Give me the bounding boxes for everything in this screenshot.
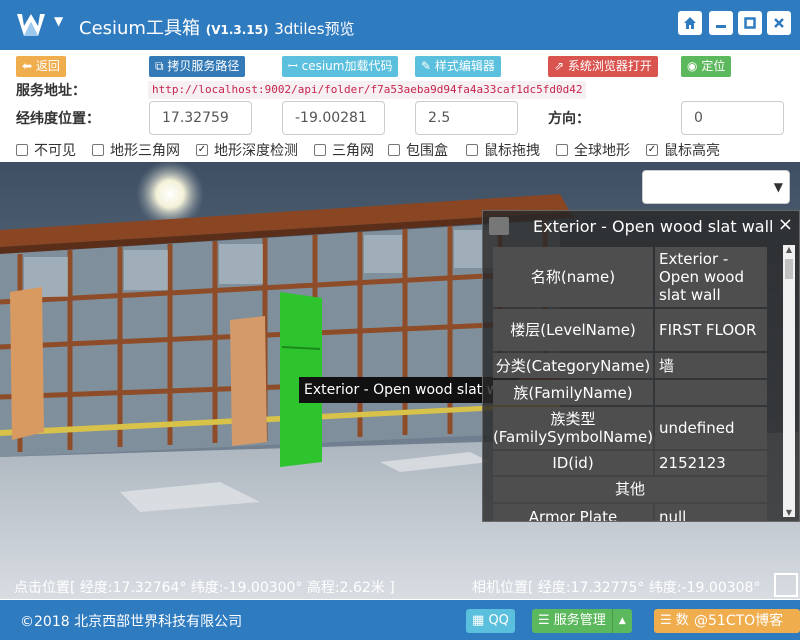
latitude-input[interactable]: -19.00281 bbox=[282, 101, 385, 135]
cesium-code-button[interactable]: ꟷ cesium加载代码 bbox=[282, 56, 399, 77]
panel-title: Exterior - Open wood slat wall bbox=[533, 217, 774, 236]
close-icon[interactable] bbox=[767, 11, 791, 35]
arrow-left-icon: ⬅ bbox=[22, 59, 33, 73]
table-row: 族(FamilyName) bbox=[493, 380, 767, 405]
property-value: Exterior - Open wood slat wall bbox=[655, 247, 767, 307]
app-subtitle: 3dtiles预览 bbox=[274, 20, 355, 38]
section-header: 其他 bbox=[493, 477, 767, 502]
property-value: 2152123 bbox=[655, 451, 767, 475]
property-key: Armor Plate bbox=[493, 504, 653, 521]
property-value: null bbox=[655, 504, 767, 521]
copyright-text: ©2018 北京西部世界科技有限公司 bbox=[20, 614, 243, 630]
close-icon[interactable]: × bbox=[778, 214, 793, 235]
property-value: 墙 bbox=[655, 353, 767, 378]
position-label: 经纬度位置： bbox=[16, 111, 100, 127]
table-row: 名称(name) Exterior - Open wood slat wall bbox=[493, 247, 767, 307]
service-url[interactable]: http://localhost:9002/api/folder/f7a53ae… bbox=[148, 81, 587, 99]
option-depth-test[interactable]: ✓ 地形深度检测 bbox=[196, 141, 298, 159]
back-button[interactable]: ⬅ 返回 bbox=[16, 56, 66, 77]
checkbox[interactable] bbox=[556, 144, 568, 156]
table-row: 楼层(LevelName) FIRST FLOOR bbox=[493, 309, 767, 351]
property-table: 名称(name) Exterior - Open wood slat wall … bbox=[493, 245, 769, 521]
property-key: 族类型(FamilySymbolName) bbox=[493, 407, 653, 449]
service-label: 服务地址： bbox=[16, 83, 86, 99]
property-panel: Exterior - Open wood slat wall × 名称(name… bbox=[482, 210, 800, 522]
table-row: 分类(CategoryName) 墙 bbox=[493, 353, 767, 378]
property-key: 分类(CategoryName) bbox=[493, 353, 653, 378]
scrollbar[interactable]: ▲ ▼ bbox=[783, 245, 795, 517]
property-key: 族(FamilyName) bbox=[493, 380, 653, 405]
external-link-icon: ⇗ bbox=[554, 59, 565, 73]
menu-caret-icon[interactable]: ▼ bbox=[54, 14, 63, 28]
checkbox-checked[interactable]: ✓ bbox=[646, 144, 658, 156]
click-position-readout: 点击位置[ 经度:17.32764° 纬度:-19.00300° 高程:2.62… bbox=[14, 580, 395, 596]
table-row: 族类型(FamilySymbolName) undefined bbox=[493, 407, 767, 449]
copy-path-button[interactable]: ⧉ 拷贝服务路径 bbox=[149, 56, 246, 77]
scroll-down-icon[interactable]: ▼ bbox=[783, 508, 795, 517]
checkbox-checked[interactable]: ✓ bbox=[196, 144, 208, 156]
height-input[interactable]: 2.5 bbox=[415, 101, 518, 135]
heading-input[interactable]: 0 bbox=[681, 101, 784, 135]
scroll-thumb[interactable] bbox=[785, 259, 793, 279]
maximize-icon[interactable] bbox=[738, 11, 762, 35]
minimize-icon[interactable] bbox=[709, 11, 733, 35]
option-terrain-wireframe[interactable]: 地形三角网 bbox=[92, 141, 180, 159]
copy-icon: ⧉ bbox=[155, 59, 164, 73]
property-value: FIRST FLOOR bbox=[655, 309, 767, 351]
heading-label: 方向： bbox=[548, 111, 590, 127]
edit-icon: ✎ bbox=[421, 59, 432, 73]
visibility-off-icon[interactable] bbox=[489, 217, 509, 235]
list-icon: ☰ bbox=[660, 613, 672, 628]
qq-button[interactable]: ▦ QQ bbox=[466, 609, 515, 633]
property-value: undefined bbox=[655, 407, 767, 449]
qrcode-icon: ▦ bbox=[472, 613, 485, 628]
scroll-up-icon[interactable]: ▲ bbox=[783, 245, 795, 254]
app-title: Cesium工具箱 (V1.3.15) 3dtiles预览 bbox=[79, 14, 355, 40]
locate-button[interactable]: ◉ 定位 bbox=[681, 56, 732, 77]
app-version: (V1.3.15) bbox=[205, 23, 269, 37]
chevron-down-icon: ▼ bbox=[773, 180, 783, 194]
checkbox[interactable] bbox=[92, 144, 104, 156]
checkbox[interactable] bbox=[388, 144, 400, 156]
longitude-input[interactable]: 17.32759 bbox=[149, 101, 252, 135]
camera-position-readout: 相机位置[ 经度:17.32775° 纬度:-19.00308° 高 bbox=[472, 580, 760, 596]
property-key: 楼层(LevelName) bbox=[493, 309, 653, 351]
checkbox[interactable] bbox=[466, 144, 478, 156]
fullscreen-icon[interactable] bbox=[774, 573, 798, 597]
option-invisible[interactable]: 不可见 bbox=[16, 141, 76, 159]
property-value bbox=[655, 380, 767, 405]
property-key: ID(id) bbox=[493, 451, 653, 475]
layer-select[interactable]: ▼ bbox=[642, 170, 790, 204]
service-management-button[interactable]: ☰ 服务管理 ▲ bbox=[532, 609, 632, 633]
option-wireframe[interactable]: 三角网 bbox=[314, 141, 374, 159]
open-browser-button[interactable]: ⇗ 系统浏览器打开 bbox=[548, 56, 658, 77]
checkbox[interactable] bbox=[314, 144, 326, 156]
title-bar: ▼ Cesium工具箱 (V1.3.15) 3dtiles预览 bbox=[0, 0, 800, 50]
footer: ©2018 北京西部世界科技有限公司 ▦ QQ ☰ 服务管理 ▲ ☰ 数 @51… bbox=[0, 600, 800, 640]
list-icon: ☰ bbox=[538, 613, 550, 628]
code-icon: ꟷ bbox=[288, 59, 298, 73]
option-mouse-drag[interactable]: 鼠标拖拽 bbox=[466, 141, 540, 159]
watermark-text: @51CTO博客 bbox=[694, 613, 784, 629]
table-row: Armor Plate null bbox=[493, 504, 767, 521]
checkbox[interactable] bbox=[16, 144, 28, 156]
app-logo bbox=[17, 14, 45, 36]
property-key: 名称(name) bbox=[493, 247, 653, 307]
style-editor-button[interactable]: ✎ 样式编辑器 bbox=[415, 56, 501, 77]
option-global-terrain[interactable]: 全球地形 bbox=[556, 141, 630, 159]
option-mouse-highlight[interactable]: ✓ 鼠标高亮 bbox=[646, 141, 720, 159]
home-icon[interactable] bbox=[678, 11, 702, 35]
panel-header: Exterior - Open wood slat wall × bbox=[483, 211, 800, 241]
options-row: 不可见 地形三角网 ✓ 地形深度检测 三角网 包围盒 鼠标拖拽 全球地形 ✓ 鼠标高… bbox=[16, 141, 776, 159]
app-name: Cesium工具箱 bbox=[79, 18, 200, 39]
caret-up-icon[interactable]: ▲ bbox=[611, 609, 632, 633]
option-bounding-volume[interactable]: 包围盒 bbox=[388, 141, 448, 159]
table-row: ID(id) 2152123 bbox=[493, 451, 767, 475]
target-icon: ◉ bbox=[687, 59, 698, 73]
